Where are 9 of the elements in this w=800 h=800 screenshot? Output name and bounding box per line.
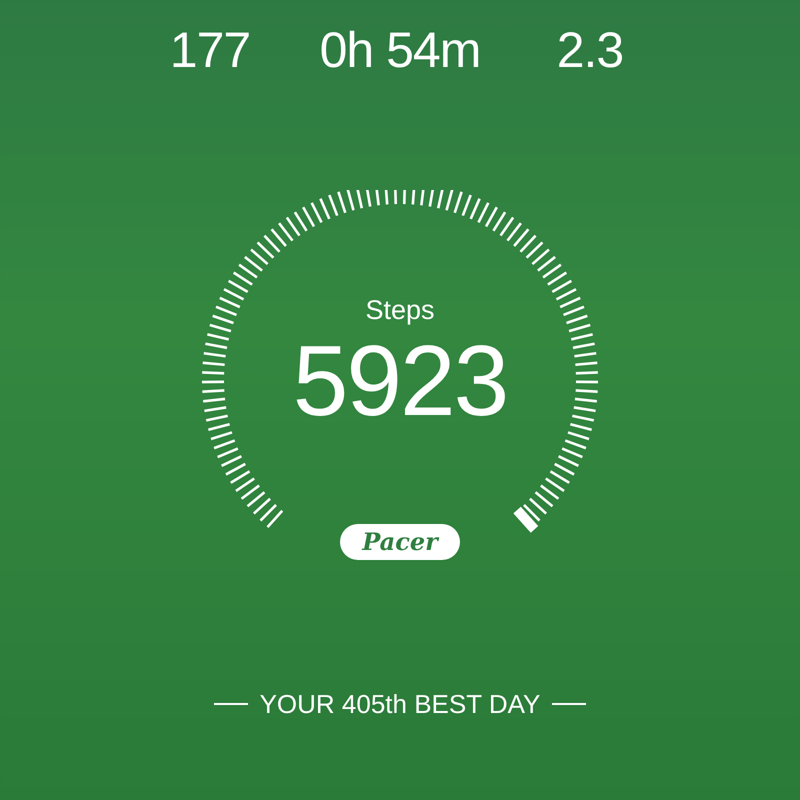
steps-value: 5923 [292, 326, 508, 436]
stat-value: 0h 54m [318, 22, 482, 78]
stat-value: 177 [168, 22, 252, 78]
dash-line [552, 703, 586, 705]
pacer-logo: Pacer [340, 524, 460, 560]
dash-line [214, 703, 248, 705]
rank-text: YOUR 405th BEST DAY [260, 688, 540, 720]
stat-value: 2.3 [556, 22, 624, 78]
steps-label: Steps [365, 294, 435, 326]
